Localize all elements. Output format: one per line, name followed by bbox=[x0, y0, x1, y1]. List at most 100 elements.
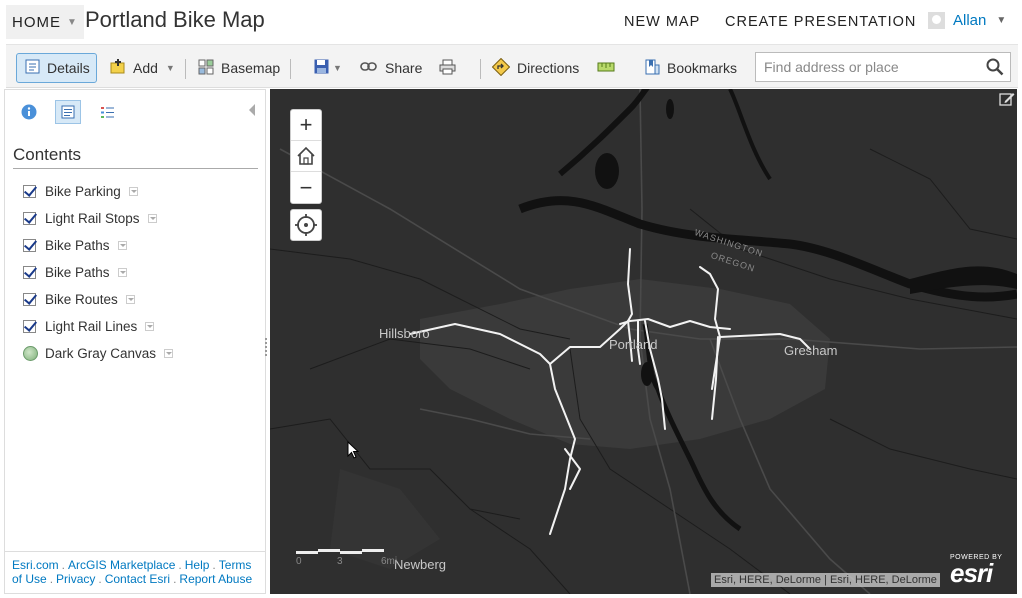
bookmarks-button[interactable]: Bookmarks bbox=[644, 53, 737, 83]
layer-label[interactable]: Light Rail Lines bbox=[45, 319, 137, 334]
locate-icon bbox=[295, 214, 317, 236]
basemap-label: Basemap bbox=[221, 60, 281, 76]
layer-label[interactable]: Bike Routes bbox=[45, 292, 118, 307]
link-icon bbox=[360, 60, 378, 76]
scale-bar: 0 3 6mi bbox=[296, 549, 397, 570]
search-box bbox=[755, 52, 1011, 82]
home-label: HOME bbox=[12, 13, 61, 31]
layer-list: Bike Parking Light Rail Stops Bike Paths… bbox=[23, 178, 174, 367]
footer-link[interactable]: Help bbox=[185, 558, 210, 572]
new-map-link[interactable]: NEW MAP bbox=[624, 14, 700, 30]
toolbar-divider bbox=[290, 59, 291, 79]
layer-menu-icon[interactable] bbox=[125, 295, 135, 304]
esri-logo[interactable]: POWERED BY esri bbox=[950, 554, 1002, 586]
zoom-control: + − bbox=[290, 109, 322, 204]
layer-menu-icon[interactable] bbox=[164, 349, 174, 358]
home-menu[interactable]: HOME ▼ bbox=[6, 5, 84, 39]
edit-icon[interactable] bbox=[999, 91, 1015, 112]
locate-button[interactable] bbox=[290, 209, 322, 241]
share-button[interactable]: Share bbox=[360, 53, 422, 83]
layer-label[interactable]: Light Rail Stops bbox=[45, 211, 140, 226]
create-presentation-link[interactable]: CREATE PRESENTATION bbox=[725, 14, 916, 30]
layer-item: Bike Paths bbox=[23, 232, 173, 259]
toolbar: Details Add ▼ Basemap ▼ Share Directions… bbox=[6, 44, 1018, 88]
footer-link[interactable]: Contact Esri bbox=[105, 572, 170, 586]
contents-title: Contents bbox=[13, 145, 82, 164]
layer-menu-icon[interactable] bbox=[145, 322, 155, 331]
bookmark-icon bbox=[644, 59, 660, 78]
details-icon bbox=[61, 105, 75, 119]
sidebar-footer: Esri.com. ArcGIS Marketplace. Help. Terms o… bbox=[5, 551, 265, 593]
map-attribution[interactable]: Esri, HERE, DeLorme | Esri, HERE, DeLorm… bbox=[711, 573, 940, 587]
map-view[interactable]: + − Hillsboro Portland Gresham Newberg W… bbox=[270, 89, 1017, 594]
layer-checkbox[interactable] bbox=[23, 239, 36, 252]
footer-link[interactable]: Privacy bbox=[56, 572, 95, 586]
scale-tick: 3 bbox=[337, 556, 343, 567]
layer-checkbox[interactable] bbox=[23, 185, 36, 198]
tab-legend[interactable] bbox=[94, 100, 120, 124]
chevron-down-icon: ▼ bbox=[996, 15, 1007, 26]
chevron-down-icon: ▼ bbox=[67, 16, 78, 28]
top-bar: HOME ▼ Portland Bike Map NEW MAP CREATE … bbox=[0, 0, 1022, 44]
measure-icon bbox=[597, 58, 615, 79]
collapse-panel-icon[interactable] bbox=[249, 104, 255, 116]
print-icon bbox=[439, 59, 456, 78]
layer-menu-icon[interactable] bbox=[117, 241, 127, 250]
directions-button[interactable]: Directions bbox=[491, 53, 580, 83]
zoom-out-button[interactable]: − bbox=[291, 172, 321, 203]
place-label: Newberg bbox=[394, 557, 447, 572]
measure-button[interactable] bbox=[597, 53, 615, 83]
layer-checkbox[interactable] bbox=[23, 320, 36, 333]
search-input[interactable] bbox=[756, 53, 976, 81]
directions-icon bbox=[491, 57, 511, 79]
mouse-cursor-icon bbox=[347, 440, 360, 464]
search-icon[interactable] bbox=[986, 58, 1004, 81]
layer-label[interactable]: Bike Paths bbox=[45, 265, 110, 280]
layer-checkbox[interactable] bbox=[23, 266, 36, 279]
home-icon bbox=[297, 146, 315, 165]
panel-splitter[interactable] bbox=[265, 336, 268, 358]
directions-label: Directions bbox=[517, 60, 580, 76]
user-menu[interactable]: Allan ▼ bbox=[928, 12, 1006, 29]
save-icon bbox=[314, 59, 329, 77]
page-title: Portland Bike Map bbox=[85, 7, 265, 32]
toolbar-divider bbox=[480, 59, 481, 79]
legend-icon bbox=[100, 106, 114, 118]
save-button[interactable]: ▼ bbox=[314, 53, 342, 83]
home-extent-button[interactable] bbox=[291, 141, 321, 172]
layer-menu-icon[interactable] bbox=[117, 268, 127, 277]
layer-menu-icon[interactable] bbox=[128, 187, 138, 196]
layer-label[interactable]: Bike Paths bbox=[45, 238, 110, 253]
tab-about[interactable] bbox=[16, 100, 42, 124]
layer-label[interactable]: Bike Parking bbox=[45, 184, 121, 199]
place-label: Hillsboro bbox=[379, 326, 430, 341]
footer-link[interactable]: Report Abuse bbox=[179, 572, 252, 586]
basemap-button[interactable]: Basemap bbox=[198, 53, 280, 83]
footer-link[interactable]: Esri.com bbox=[12, 558, 59, 572]
add-label: Add bbox=[133, 60, 158, 76]
layer-menu-icon[interactable] bbox=[147, 214, 157, 223]
basemap-item: Dark Gray Canvas bbox=[23, 340, 174, 367]
footer-link[interactable]: ArcGIS Marketplace bbox=[68, 558, 175, 572]
layer-checkbox[interactable] bbox=[23, 212, 36, 225]
basemap-layer-label[interactable]: Dark Gray Canvas bbox=[45, 346, 156, 361]
avatar bbox=[928, 12, 945, 29]
scale-tick: 6mi bbox=[381, 556, 398, 567]
chevron-down-icon: ▼ bbox=[165, 63, 175, 73]
globe-icon bbox=[23, 346, 38, 361]
user-name: Allan bbox=[953, 12, 987, 29]
layer-item: Bike Parking bbox=[23, 178, 173, 205]
place-label: Gresham bbox=[784, 343, 838, 358]
bookmarks-label: Bookmarks bbox=[667, 60, 738, 76]
print-button[interactable] bbox=[439, 53, 456, 83]
layer-item: Light Rail Lines bbox=[23, 313, 173, 340]
layer-item: Light Rail Stops bbox=[23, 205, 173, 232]
details-label: Details bbox=[47, 60, 90, 76]
sidebar: Contents Bike Parking Light Rail Stops B… bbox=[4, 89, 266, 594]
details-button[interactable]: Details bbox=[16, 53, 97, 83]
add-button[interactable]: Add ▼ bbox=[110, 53, 175, 83]
zoom-in-button[interactable]: + bbox=[291, 110, 321, 141]
layer-checkbox[interactable] bbox=[23, 293, 36, 306]
chevron-down-icon: ▼ bbox=[333, 63, 342, 73]
tab-content[interactable] bbox=[55, 100, 81, 124]
